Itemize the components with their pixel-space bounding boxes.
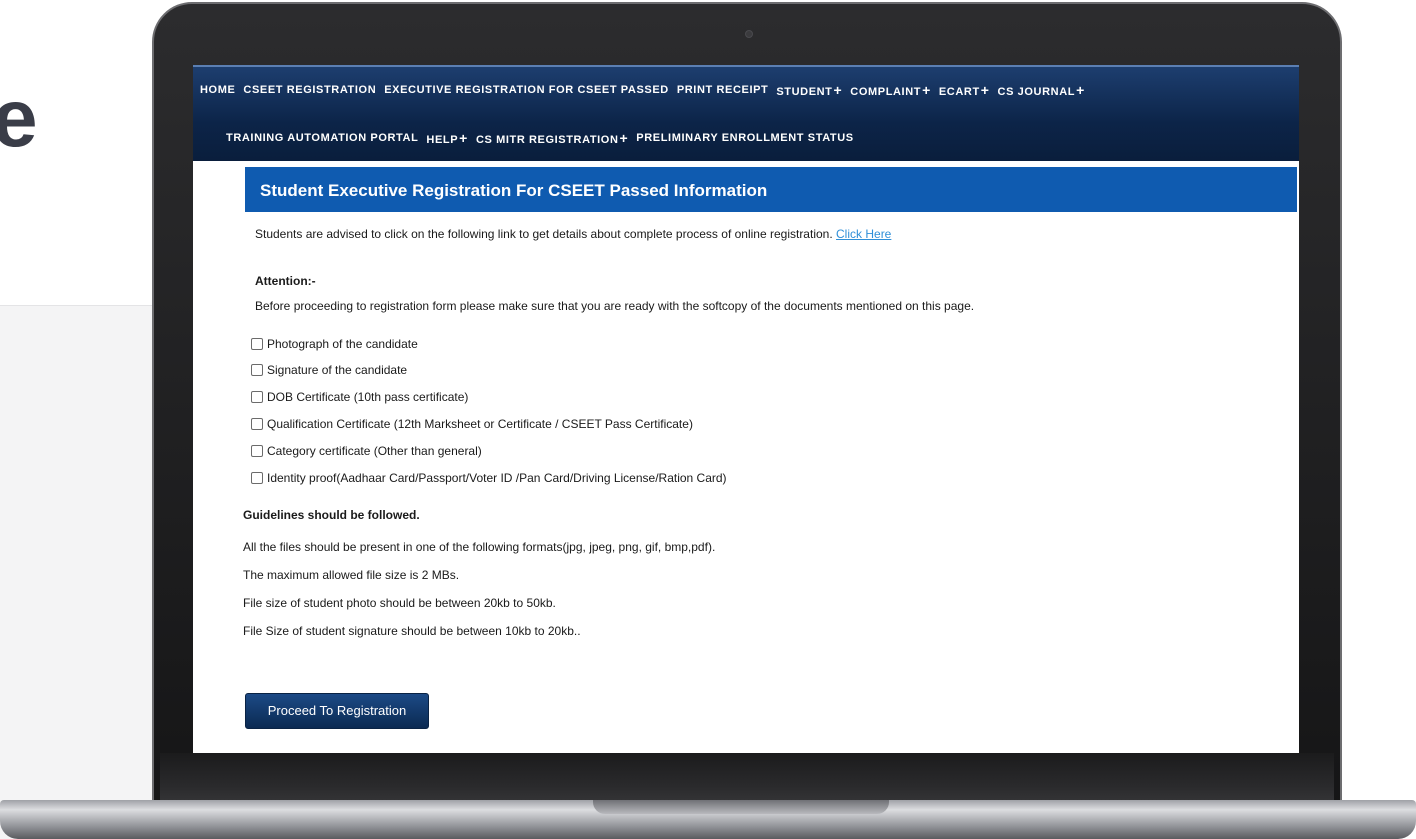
laptop-base-notch <box>593 800 889 814</box>
proceed-to-registration-button[interactable]: Proceed To Registration <box>245 693 429 729</box>
document-checkbox[interactable] <box>251 391 263 403</box>
nav-item-label: HOME <box>200 84 236 96</box>
document-label: Category certificate (Other than general… <box>267 444 482 458</box>
nav-row-2: TRAINING AUTOMATION PORTAL HELP+ CS MITR R… <box>226 130 862 146</box>
nav-item-label: CS JOURNAL <box>997 86 1076 98</box>
click-here-link[interactable]: Click Here <box>836 227 891 241</box>
document-label: Identity proof(Aadhaar Card/Passport/Vot… <box>267 471 727 485</box>
nav-item-label: CS MITR REGISTRATION <box>475 134 619 146</box>
nav-item-label: COMPLAINT <box>850 86 922 98</box>
nav-item-label: HELP <box>426 134 459 146</box>
nav-row-1: HOME CSEET REGISTRATION EXECUTIVE REGISTRA… <box>200 82 1093 98</box>
nav-item-label: STUDENT <box>776 86 833 98</box>
nav-item-label: EXECUTIVE REGISTRATION FOR CSEET PASSED <box>384 84 669 96</box>
attention-text: Before proceeding to registration form p… <box>255 299 975 313</box>
document-label: DOB Certificate (10th pass certificate) <box>267 390 469 404</box>
nav-item-training-automation-portal[interactable]: TRAINING AUTOMATION PORTAL <box>226 132 418 144</box>
nav-item-label: ECART <box>938 86 980 98</box>
background-heading-fragment: e <box>0 73 38 164</box>
guideline-item: The maximum allowed file size is 2 MBs. <box>243 568 460 582</box>
document-checkbox[interactable] <box>251 364 263 376</box>
intro-text: Students are advised to click on the fol… <box>255 227 833 241</box>
nav-item-help[interactable]: HELP+ <box>426 130 468 146</box>
nav-item-print-receipt[interactable]: PRINT RECEIPT <box>677 84 769 96</box>
document-checkbox[interactable] <box>251 472 263 484</box>
document-checklist-item: Identity proof(Aadhaar Card/Passport/Vot… <box>251 471 727 485</box>
document-checklist-item: DOB Certificate (10th pass certificate) <box>251 390 468 404</box>
nav-item-label: PRINT RECEIPT <box>676 84 769 96</box>
document-checklist-item: Qualification Certificate (12th Markshee… <box>251 417 693 431</box>
nav-item-cseet-registration[interactable]: CSEET REGISTRATION <box>243 84 376 96</box>
guideline-item: File Size of student signature should be… <box>243 624 581 638</box>
laptop-screen: HOME CSEET REGISTRATION EXECUTIVE REGISTRA… <box>193 65 1299 753</box>
nav-item-label: PRELIMINARY ENROLLMENT STATUS <box>636 132 854 144</box>
nav-item-label: TRAINING AUTOMATION PORTAL <box>226 132 419 144</box>
nav-item-preliminary-enrollment-status[interactable]: PRELIMINARY ENROLLMENT STATUS <box>636 132 853 144</box>
document-checkbox[interactable] <box>251 445 263 457</box>
nav-item-complaint[interactable]: COMPLAINT+ <box>850 82 931 98</box>
document-checkbox[interactable] <box>251 418 263 430</box>
document-checklist-item: Category certificate (Other than general… <box>251 444 482 458</box>
nav-item-cs-mitr-registration[interactable]: CS MITR REGISTRATION+ <box>476 130 628 146</box>
webcam-icon <box>745 30 753 38</box>
document-label: Photograph of the candidate <box>267 337 418 351</box>
nav-item-cs-journal[interactable]: CS JOURNAL+ <box>998 82 1085 98</box>
expand-plus-icon: + <box>980 82 990 98</box>
expand-plus-icon: + <box>1076 82 1085 98</box>
nav-item-home[interactable]: HOME <box>200 84 235 96</box>
nav-item-ecart[interactable]: ECART+ <box>939 82 990 98</box>
attention-label: Attention:- <box>255 274 316 288</box>
nav-item-label: CSEET REGISTRATION <box>243 84 377 96</box>
document-checklist-item: Signature of the candidate <box>251 363 407 377</box>
nav-item-student[interactable]: STUDENT+ <box>776 82 842 98</box>
intro-paragraph: Students are advised to click on the fol… <box>255 227 891 241</box>
document-checkbox[interactable] <box>251 338 263 350</box>
expand-plus-icon: + <box>459 130 468 146</box>
expand-plus-icon: + <box>922 82 931 98</box>
nav-item-executive-registration-for-cseet-passed[interactable]: EXECUTIVE REGISTRATION FOR CSEET PASSED <box>384 84 669 96</box>
guideline-item: All the files should be present in one o… <box>243 540 716 554</box>
background-panel <box>0 305 158 839</box>
document-checklist-item: Photograph of the candidate <box>251 337 418 351</box>
page-title: Student Executive Registration For CSEET… <box>245 167 1297 212</box>
expand-plus-icon: + <box>833 82 843 98</box>
document-label: Signature of the candidate <box>267 363 408 377</box>
guideline-item: File size of student photo should be bet… <box>243 596 556 610</box>
main-navigation: HOME CSEET REGISTRATION EXECUTIVE REGISTRA… <box>193 65 1299 161</box>
guidelines-title: Guidelines should be followed. <box>243 508 420 522</box>
expand-plus-icon: + <box>619 130 629 146</box>
page-content: Student Executive Registration For CSEET… <box>193 161 1299 753</box>
document-label: Qualification Certificate (12th Markshee… <box>267 417 693 431</box>
